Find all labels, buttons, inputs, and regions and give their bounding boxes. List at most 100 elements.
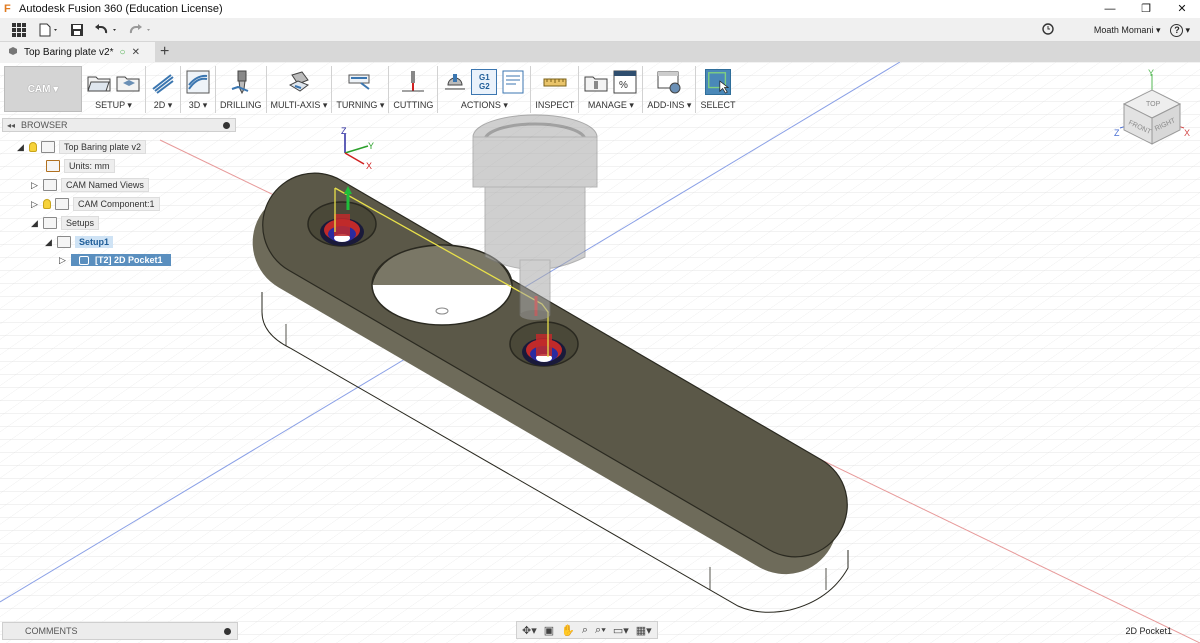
setup-folder-icon[interactable] — [86, 69, 112, 95]
setup-sheet-icon[interactable] — [500, 69, 526, 95]
tree-setup1[interactable]: ◢ Setup1 — [44, 234, 114, 250]
canvas-viewport[interactable]: Z Y X TOP FRONT RIGHT Y X Z — [0, 62, 1200, 643]
post-process-icon[interactable]: G1 G2 — [471, 69, 498, 95]
expand-toggle-icon[interactable]: ◢ — [30, 218, 39, 228]
select-tool-icon[interactable] — [704, 69, 731, 95]
status-text: 2D Pocket1 — [1125, 626, 1172, 636]
pin-browser-icon[interactable] — [223, 121, 230, 129]
new-tab-button[interactable]: + — [160, 43, 169, 61]
cutting-group[interactable]: CUTTING — [389, 66, 439, 113]
user-account-menu[interactable]: Moath Momani ▾ — [1094, 25, 1161, 36]
scripts-addins-icon[interactable] — [656, 69, 682, 95]
pocket-operation-icon — [79, 255, 89, 265]
component-icon — [8, 46, 18, 59]
new-setup-icon[interactable] — [115, 69, 141, 95]
tree-root[interactable]: ◢ Top Baring plate v2 — [16, 139, 147, 155]
units-folder-icon — [46, 160, 60, 172]
fusion-logo-icon: F — [4, 2, 11, 15]
tree-units[interactable]: Units: mm — [46, 158, 115, 174]
pin-comments-icon[interactable] — [224, 628, 231, 635]
document-tab[interactable]: Top Baring plate v2* ○ ✕ — [0, 42, 155, 62]
multi-axis-group[interactable]: MULTI-AXIS ▾ — [267, 66, 333, 113]
minimize-button[interactable]: — — [1092, 0, 1128, 18]
orbit-icon[interactable]: ✥▾ — [522, 624, 537, 637]
model-canvas[interactable]: Z Y X — [0, 62, 1200, 643]
tool-library-icon[interactable] — [583, 69, 609, 95]
browser-header[interactable]: ◂◂ BROWSER — [2, 118, 236, 132]
document-title: Top Baring plate v2* — [24, 46, 114, 58]
2d-toolpath-icon[interactable] — [150, 69, 176, 95]
data-panel-grid-icon[interactable] — [6, 20, 32, 40]
turning-icon[interactable] — [347, 69, 373, 95]
turning-group[interactable]: TURNING ▾ — [332, 66, 390, 113]
navigation-bar: ✥▾ ▣ ✋ ⌕ ⌕▾ ▭▾ ▦▾ — [516, 621, 658, 639]
folder-icon — [43, 179, 57, 191]
setups-folder-icon — [43, 217, 57, 229]
svg-text:X: X — [366, 161, 372, 171]
viewcube[interactable]: TOP FRONT RIGHT Y X Z — [1106, 66, 1198, 156]
select-group[interactable]: SELECT — [696, 66, 739, 113]
svg-text:Y: Y — [1148, 68, 1154, 78]
svg-text:X: X — [1184, 128, 1190, 138]
tree-2d-pocket[interactable]: ▷ [T2] 2D Pocket1 — [58, 252, 171, 268]
multi-axis-icon[interactable] — [286, 69, 312, 95]
operation-selected-row[interactable]: [T2] 2D Pocket1 — [71, 254, 171, 266]
browser-panel: ◂◂ BROWSER — [2, 118, 236, 132]
document-tab-strip: Top Baring plate v2* ○ ✕ + — [0, 42, 1200, 62]
actions-group[interactable]: G1 G2 ACTIONS ▾ — [438, 66, 532, 113]
close-button[interactable]: ✕ — [1164, 0, 1200, 18]
workspace-switcher[interactable]: CAM ▾ — [4, 66, 82, 112]
file-menu-icon[interactable] — [36, 20, 62, 40]
grid-settings-icon[interactable]: ▦▾ — [636, 624, 652, 637]
expand-toggle-icon[interactable]: ▷ — [30, 199, 39, 209]
tree-named-views[interactable]: ▷ CAM Named Views — [30, 177, 149, 193]
expand-toggle-icon[interactable]: ◢ — [16, 142, 25, 152]
zoom-icon[interactable]: ⌕ — [582, 624, 588, 637]
collapse-browser-icon[interactable]: ◂◂ — [7, 121, 15, 130]
comments-panel[interactable]: COMMENTS — [2, 622, 238, 640]
cutting-icon[interactable] — [400, 69, 426, 95]
setup-node-icon — [57, 236, 71, 248]
visibility-bulb-icon[interactable] — [29, 142, 37, 152]
visibility-bulb-icon[interactable] — [43, 199, 51, 209]
component-node-icon — [55, 198, 69, 210]
inspect-group[interactable]: INSPECT — [531, 66, 580, 113]
pan-icon[interactable]: ✋ — [561, 624, 575, 637]
look-at-icon[interactable]: ▣ — [544, 624, 554, 637]
3d-group[interactable]: 3D ▾ — [181, 66, 216, 113]
drill-icon[interactable] — [228, 69, 254, 95]
2d-group[interactable]: 2D ▾ — [146, 66, 181, 113]
expand-toggle-icon[interactable]: ▷ — [30, 180, 39, 190]
svg-text:%: % — [619, 80, 628, 91]
3d-toolpath-icon[interactable] — [185, 69, 211, 95]
svg-text:Y: Y — [368, 141, 374, 151]
svg-text:Z: Z — [1114, 128, 1120, 138]
redo-icon[interactable] — [126, 20, 156, 40]
drilling-group[interactable]: DRILLING — [216, 66, 267, 113]
expand-toggle-icon[interactable]: ◢ — [44, 237, 53, 247]
window-title: Autodesk Fusion 360 (Education License) — [19, 3, 223, 15]
manage-group[interactable]: % MANAGE ▾ — [579, 66, 644, 113]
sync-status-icon: ○ — [119, 46, 126, 58]
restore-button[interactable]: ❐ — [1128, 0, 1164, 18]
svg-text:TOP: TOP — [1146, 101, 1161, 108]
quick-access-toolbar: Moath Momani ▾ ? ▾ — [0, 18, 1200, 42]
tree-cam-component[interactable]: ▷ CAM Component:1 — [30, 196, 160, 212]
help-icon[interactable]: ? ▾ — [1170, 23, 1190, 37]
title-bar: F Autodesk Fusion 360 (Education License… — [0, 0, 1200, 18]
save-icon[interactable] — [66, 20, 88, 40]
undo-icon[interactable] — [92, 20, 122, 40]
zoom-window-icon[interactable]: ⌕▾ — [595, 624, 606, 637]
tree-setups[interactable]: ◢ Setups — [30, 215, 100, 231]
template-library-icon[interactable]: % — [612, 69, 638, 95]
expand-toggle-icon[interactable]: ▷ — [58, 255, 67, 265]
add-ins-group[interactable]: ADD-INS ▾ — [643, 66, 697, 113]
display-settings-icon[interactable]: ▭▾ — [613, 624, 629, 637]
job-status-clock-icon[interactable] — [1042, 23, 1054, 37]
measure-icon[interactable] — [542, 69, 568, 95]
simulate-icon[interactable] — [442, 69, 468, 95]
toolbar-ribbon: CAM ▾ SETUP ▾ 2D ▾ 3D ▾ DRILLING MULTI-A… — [4, 66, 739, 115]
close-tab-icon[interactable]: ✕ — [132, 47, 140, 58]
setup-group[interactable]: SETUP ▾ — [82, 66, 146, 113]
svg-text:Z: Z — [341, 126, 347, 136]
